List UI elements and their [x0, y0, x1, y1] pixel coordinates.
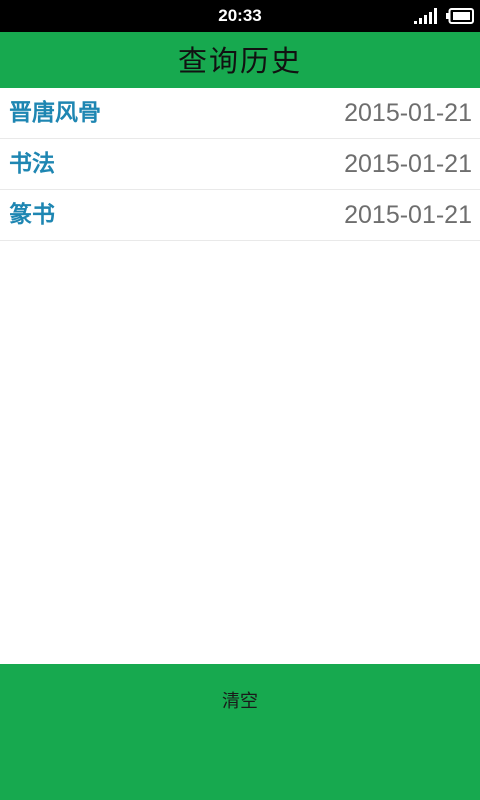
list-item[interactable]: 晋唐风骨 2015-01-21: [0, 88, 480, 139]
header: 查询历史: [0, 32, 480, 88]
history-date: 2015-01-21: [344, 150, 472, 178]
history-date: 2015-01-21: [344, 99, 472, 127]
history-list: 晋唐风骨 2015-01-21 书法 2015-01-21 篆书 2015-01…: [0, 88, 480, 241]
history-query: 晋唐风骨: [9, 100, 101, 126]
history-query: 书法: [9, 151, 55, 177]
list-item[interactable]: 篆书 2015-01-21: [0, 190, 480, 241]
footer: 清空: [0, 664, 480, 800]
status-bar: 20:33: [0, 0, 480, 32]
list-item[interactable]: 书法 2015-01-21: [0, 139, 480, 190]
status-time: 20:33: [218, 6, 262, 25]
clear-button[interactable]: 清空: [0, 664, 480, 740]
battery-icon: [446, 8, 474, 24]
history-query: 篆书: [9, 202, 55, 228]
history-date: 2015-01-21: [344, 201, 472, 229]
signal-icon: [414, 8, 437, 24]
page-title: 查询历史: [177, 44, 302, 78]
